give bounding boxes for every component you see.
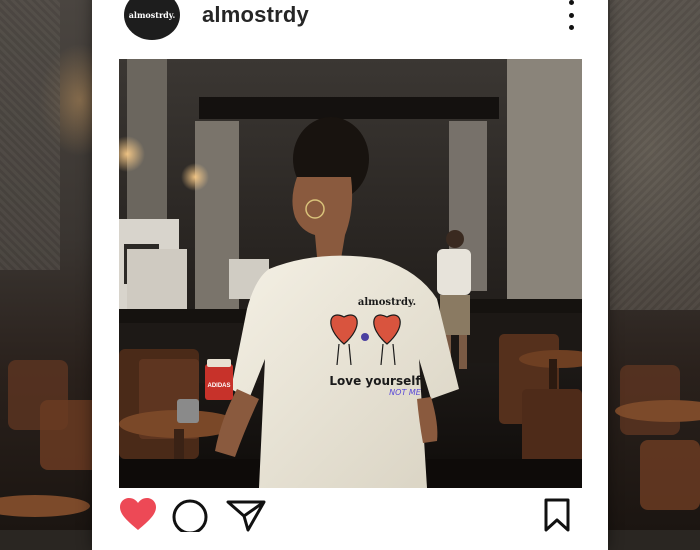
cup-lid [207,359,231,367]
avatar-text: almostrdy. [128,10,176,20]
bookmark-icon[interactable] [544,498,570,532]
background-table [0,495,90,517]
wall-lamp [181,163,209,191]
more-dot [568,25,574,30]
comment-icon[interactable] [171,498,209,532]
more-dot [568,0,574,5]
post-actions [92,498,608,550]
background-person-shirt [437,249,471,295]
background-chair [640,440,700,510]
t-shirt [231,255,459,488]
shirt-slogan-overlay: NOT ME [389,388,422,397]
more-options-button[interactable] [564,0,578,30]
background-wall-left [0,0,60,270]
chair [522,389,582,469]
avatar[interactable]: almostrdy. [124,0,180,40]
ceiling-beam [199,97,499,119]
post-photo: ADIDAS almostrdy. Love yourself NOT ME [119,59,582,488]
background-person-shorts [440,295,470,335]
background-person-leg [459,335,467,369]
post-image[interactable]: ADIDAS almostrdy. Love yourself NOT ME [119,59,582,488]
username[interactable]: almostrdy [202,2,309,28]
coffee-machine [127,249,187,309]
background-wall-right [610,0,700,310]
pillar [507,59,582,299]
more-dot [568,12,574,18]
background-chair [40,400,100,470]
shirt-brand-text: almostrdy. [358,297,416,308]
shirt-slogan: Love yourself [329,374,421,388]
paper-plane-icon[interactable] [226,498,266,532]
metal-cup [177,399,199,423]
flower-graphic [361,333,369,341]
red-cup [205,364,233,400]
post-card: almostrdy. almostrdy ADIDAS almostrdy. L… [92,0,608,550]
heart-filled-icon[interactable] [119,498,157,532]
post-header: almostrdy. almostrdy [92,0,608,50]
cup-text: ADIDAS [207,383,230,389]
background-person-head [446,230,464,248]
